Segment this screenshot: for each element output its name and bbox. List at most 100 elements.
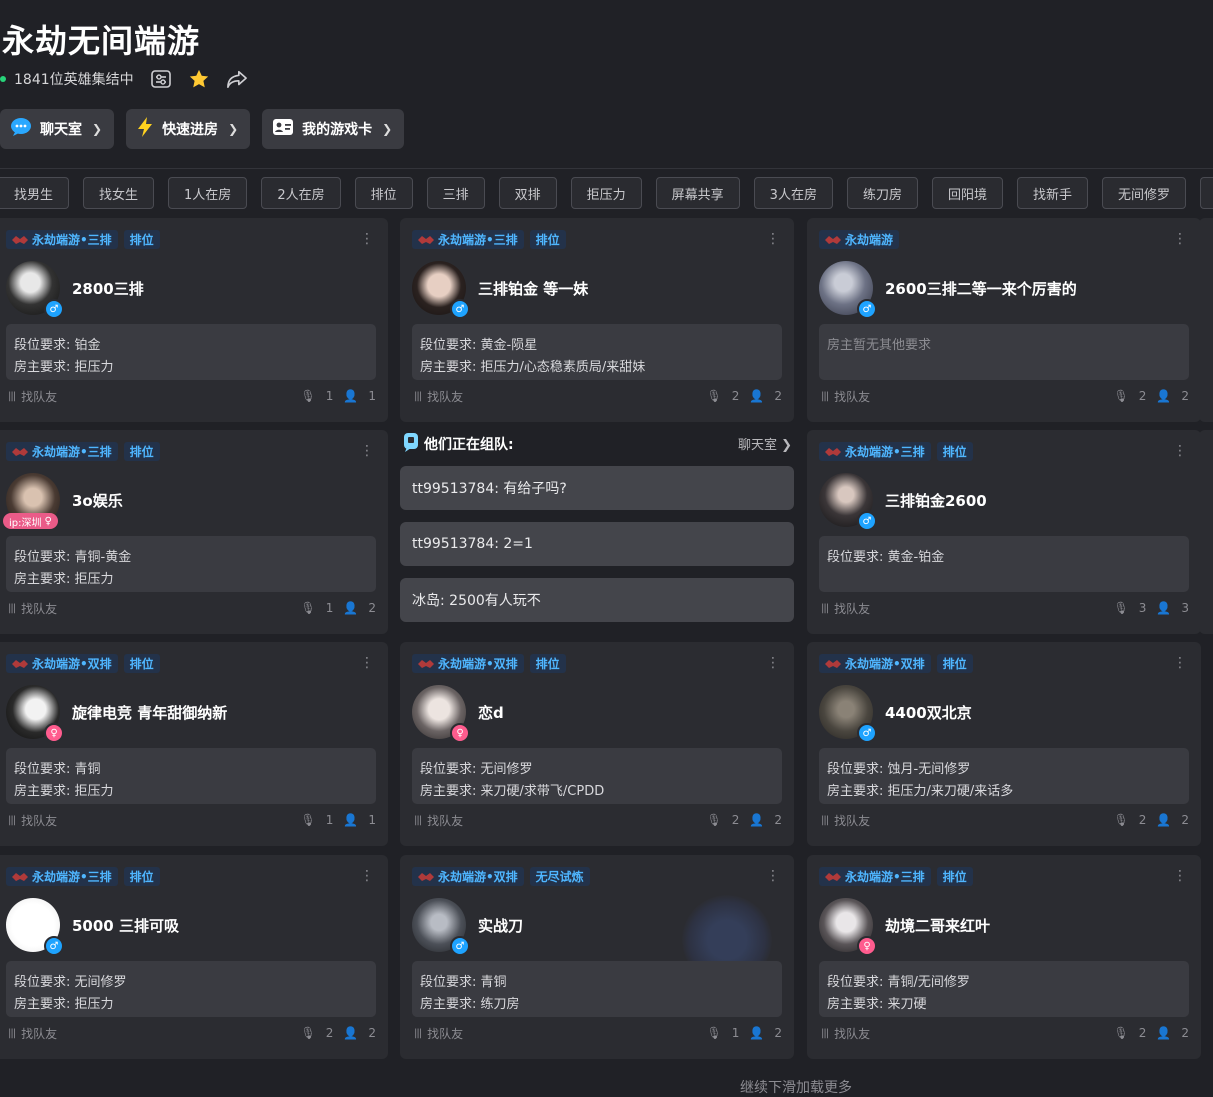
filter-tag[interactable]: 无间修罗: [1102, 177, 1187, 209]
chevron-right-icon: ❯: [92, 122, 103, 136]
game-tag-label: 永劫端游•双排: [32, 657, 112, 671]
room-card[interactable]: 永劫端游•双排 排位 ⋮ ♀ 恋d 段位要求: 无间修罗 房主要求: 来刀硬/求…: [400, 642, 794, 846]
chat-panel: 他们正在组队: 聊天室 ❯ tt99513784: 有给子吗? tt995137…: [400, 430, 794, 634]
chat-message[interactable]: 冰岛: 2500有人玩不: [400, 578, 794, 622]
room-card[interactable]: 永劫端游•三排 排位 ⋮ 3o娱乐 段位要求: 青铜-黄金 房主要求: 拒压力 …: [0, 430, 388, 634]
mode-tag: 排位: [936, 654, 973, 673]
game-logo-icon: [418, 659, 434, 668]
room-card[interactable]: 永劫端游•三排 排位 ⋮ ♂ 三排铂金2600 段位要求: 黄金-铂金 ||| …: [807, 430, 1201, 634]
filter-tag[interactable]: 找新手: [1016, 177, 1088, 209]
game-tag: 永劫端游•三排: [6, 230, 118, 249]
female-icon: ♀: [450, 723, 470, 743]
rank-requirement: 段位要求: 蚀月-无间修罗: [827, 762, 971, 777]
chevron-right-icon: ❯: [781, 438, 792, 453]
chat-message[interactable]: tt99513784: 有给子吗?: [400, 466, 794, 510]
rank-requirement: 段位要求: 黄金-陨星: [420, 338, 538, 353]
more-icon[interactable]: ⋮: [1173, 656, 1187, 670]
room-card[interactable]: 永劫端游•三排 排位 ⋮ ♀ 劫境二哥来红叶 段位要求: 青铜/无间修罗 房主要…: [807, 855, 1201, 1059]
more-icon[interactable]: ⋮: [766, 232, 780, 246]
room-card[interactable]: 永劫端游•双排 无尽试炼 ⋮ ♂ 实战刀 段位要求: 青铜 房主要求: 练刀房 …: [400, 855, 794, 1059]
room-title: 恋d: [478, 704, 504, 722]
signal-icon: |||: [821, 390, 829, 402]
mic-count: 2: [325, 1026, 334, 1040]
signal-icon: |||: [8, 390, 16, 402]
more-icon[interactable]: ⋮: [360, 869, 374, 883]
online-count: 1841位英雄集结中: [14, 72, 134, 88]
share-icon[interactable]: [226, 68, 248, 90]
chat-message[interactable]: tt99513784: 2=1: [400, 522, 794, 566]
male-icon: ♂: [450, 299, 470, 319]
filter-tag[interactable]: 找女生: [83, 177, 155, 209]
more-icon[interactable]: ⋮: [1173, 444, 1187, 458]
filter-tag[interactable]: 拒压力: [570, 177, 642, 209]
mic-icon: 🎙: [706, 813, 722, 827]
filter-tag[interactable]: 双排: [498, 177, 557, 209]
chatroom-link[interactable]: 聊天室 ❯: [738, 434, 792, 453]
game-tag: 永劫端游•三排: [819, 867, 931, 886]
mic-icon: 🎙: [1113, 389, 1129, 403]
filter-tag[interactable]: 回阳境: [931, 177, 1003, 209]
signal-icon: |||: [821, 814, 829, 826]
game-tag: 永劫端游: [819, 230, 900, 249]
find-teammates: 找队友: [427, 389, 464, 404]
filter-tag[interactable]: 找男生: [0, 177, 70, 209]
more-icon[interactable]: ⋮: [766, 869, 780, 883]
more-icon[interactable]: ⋮: [1173, 869, 1187, 883]
requirements-box: 段位要求: 青铜-黄金 房主要求: 拒压力: [6, 536, 376, 592]
female-icon: ♀: [44, 515, 52, 527]
more-icon[interactable]: ⋮: [360, 444, 374, 458]
person-icon: 👤: [1156, 601, 1172, 615]
game-logo-icon: [12, 659, 28, 668]
id-card-icon: [272, 117, 294, 141]
game-logo-icon: [418, 235, 434, 244]
signal-icon: |||: [821, 602, 829, 614]
filter-tag[interactable]: 屏幕共享: [655, 177, 740, 209]
signal-icon: |||: [8, 602, 16, 614]
ip-location-label: ip:深圳: [9, 517, 42, 529]
filter-tag[interactable]: 排位: [354, 177, 413, 209]
mode-tag: 排位: [936, 867, 973, 886]
person-icon: 👤: [749, 813, 765, 827]
owner-requirement: 房主要求: 拒压力: [14, 784, 114, 799]
more-icon[interactable]: ⋮: [1173, 232, 1187, 246]
filter-tag-overflow[interactable]: [1200, 177, 1213, 209]
quick-join-button[interactable]: 快速进房 ❯: [126, 109, 251, 149]
room-card[interactable]: 永劫端游•三排 排位 ⋮ ♂ 5000 三排可吸 段位要求: 无间修罗 房主要求…: [0, 855, 388, 1059]
game-card-label: 我的游戏卡: [302, 122, 373, 138]
chat-icon: [402, 431, 422, 457]
rank-requirement: 段位要求: 无间修罗: [14, 975, 127, 990]
find-teammates: 找队友: [21, 389, 58, 404]
filter-tag[interactable]: 2人在房: [261, 177, 341, 209]
more-icon[interactable]: ⋮: [360, 656, 374, 670]
room-card[interactable]: 永劫端游•三排 排位 ⋮ ♂ 三排铂金 等一妹 段位要求: 黄金-陨星 房主要求…: [400, 218, 794, 422]
room-title: 劫境二哥来红叶: [885, 917, 991, 935]
room-card[interactable]: 永劫端游•双排 排位 ⋮ ♀ 旋律电竞 青年甜御纳新 段位要求: 青铜 房主要求…: [0, 642, 388, 846]
room-title: 2600三排二等一来个厉害的: [885, 280, 1077, 298]
filter-tag[interactable]: 三排: [426, 177, 485, 209]
mic-icon: 🎙: [706, 389, 722, 403]
room-card[interactable]: 永劫端游 ⋮ ♂ 2600三排二等一来个厉害的 房主暂无其他要求 ||| 找队友…: [807, 218, 1201, 422]
filter-tag[interactable]: 1人在房: [168, 177, 248, 209]
room-title: 三排铂金 等一妹: [478, 280, 589, 298]
chatroom-button[interactable]: 聊天室 ❯: [0, 109, 115, 149]
male-icon: ♂: [44, 936, 64, 956]
filter-tag[interactable]: 3人在房: [753, 177, 833, 209]
settings-icon[interactable]: [150, 68, 172, 90]
room-card[interactable]: 永劫端游•三排 排位 ⋮ ♂ 2800三排 段位要求: 铂金 房主要求: 拒压力…: [0, 218, 388, 422]
game-card-button[interactable]: 我的游戏卡 ❯: [262, 109, 405, 149]
chat-header: 他们正在组队: 聊天室 ❯: [400, 430, 794, 458]
mode-tag: 排位: [123, 230, 160, 249]
filter-tags: 找男生 找女生 1人在房 2人在房 排位 三排 双排 拒压力 屏幕共享 3人在房…: [0, 177, 1213, 209]
game-tag-label: 永劫端游•双排: [438, 657, 518, 671]
favorite-star-icon[interactable]: [188, 68, 210, 90]
mic-count: 2: [731, 389, 740, 403]
more-icon[interactable]: ⋮: [360, 232, 374, 246]
room-card[interactable]: 永劫端游•双排 排位 ⋮ ♂ 4400双北京 段位要求: 蚀月-无间修罗 房主要…: [807, 642, 1201, 846]
more-icon[interactable]: ⋮: [766, 656, 780, 670]
chat-bubble-icon: [10, 117, 32, 141]
card-footer: ||| 找队友 🎙 1 👤 1: [8, 388, 376, 404]
filter-tag[interactable]: 练刀房: [846, 177, 918, 209]
requirements-box: 段位要求: 蚀月-无间修罗 房主要求: 拒压力/来刀硬/来话多: [819, 748, 1189, 804]
requirements-box: 段位要求: 青铜/无间修罗 房主要求: 来刀硬: [819, 961, 1189, 1017]
find-teammates: 找队友: [834, 389, 871, 404]
